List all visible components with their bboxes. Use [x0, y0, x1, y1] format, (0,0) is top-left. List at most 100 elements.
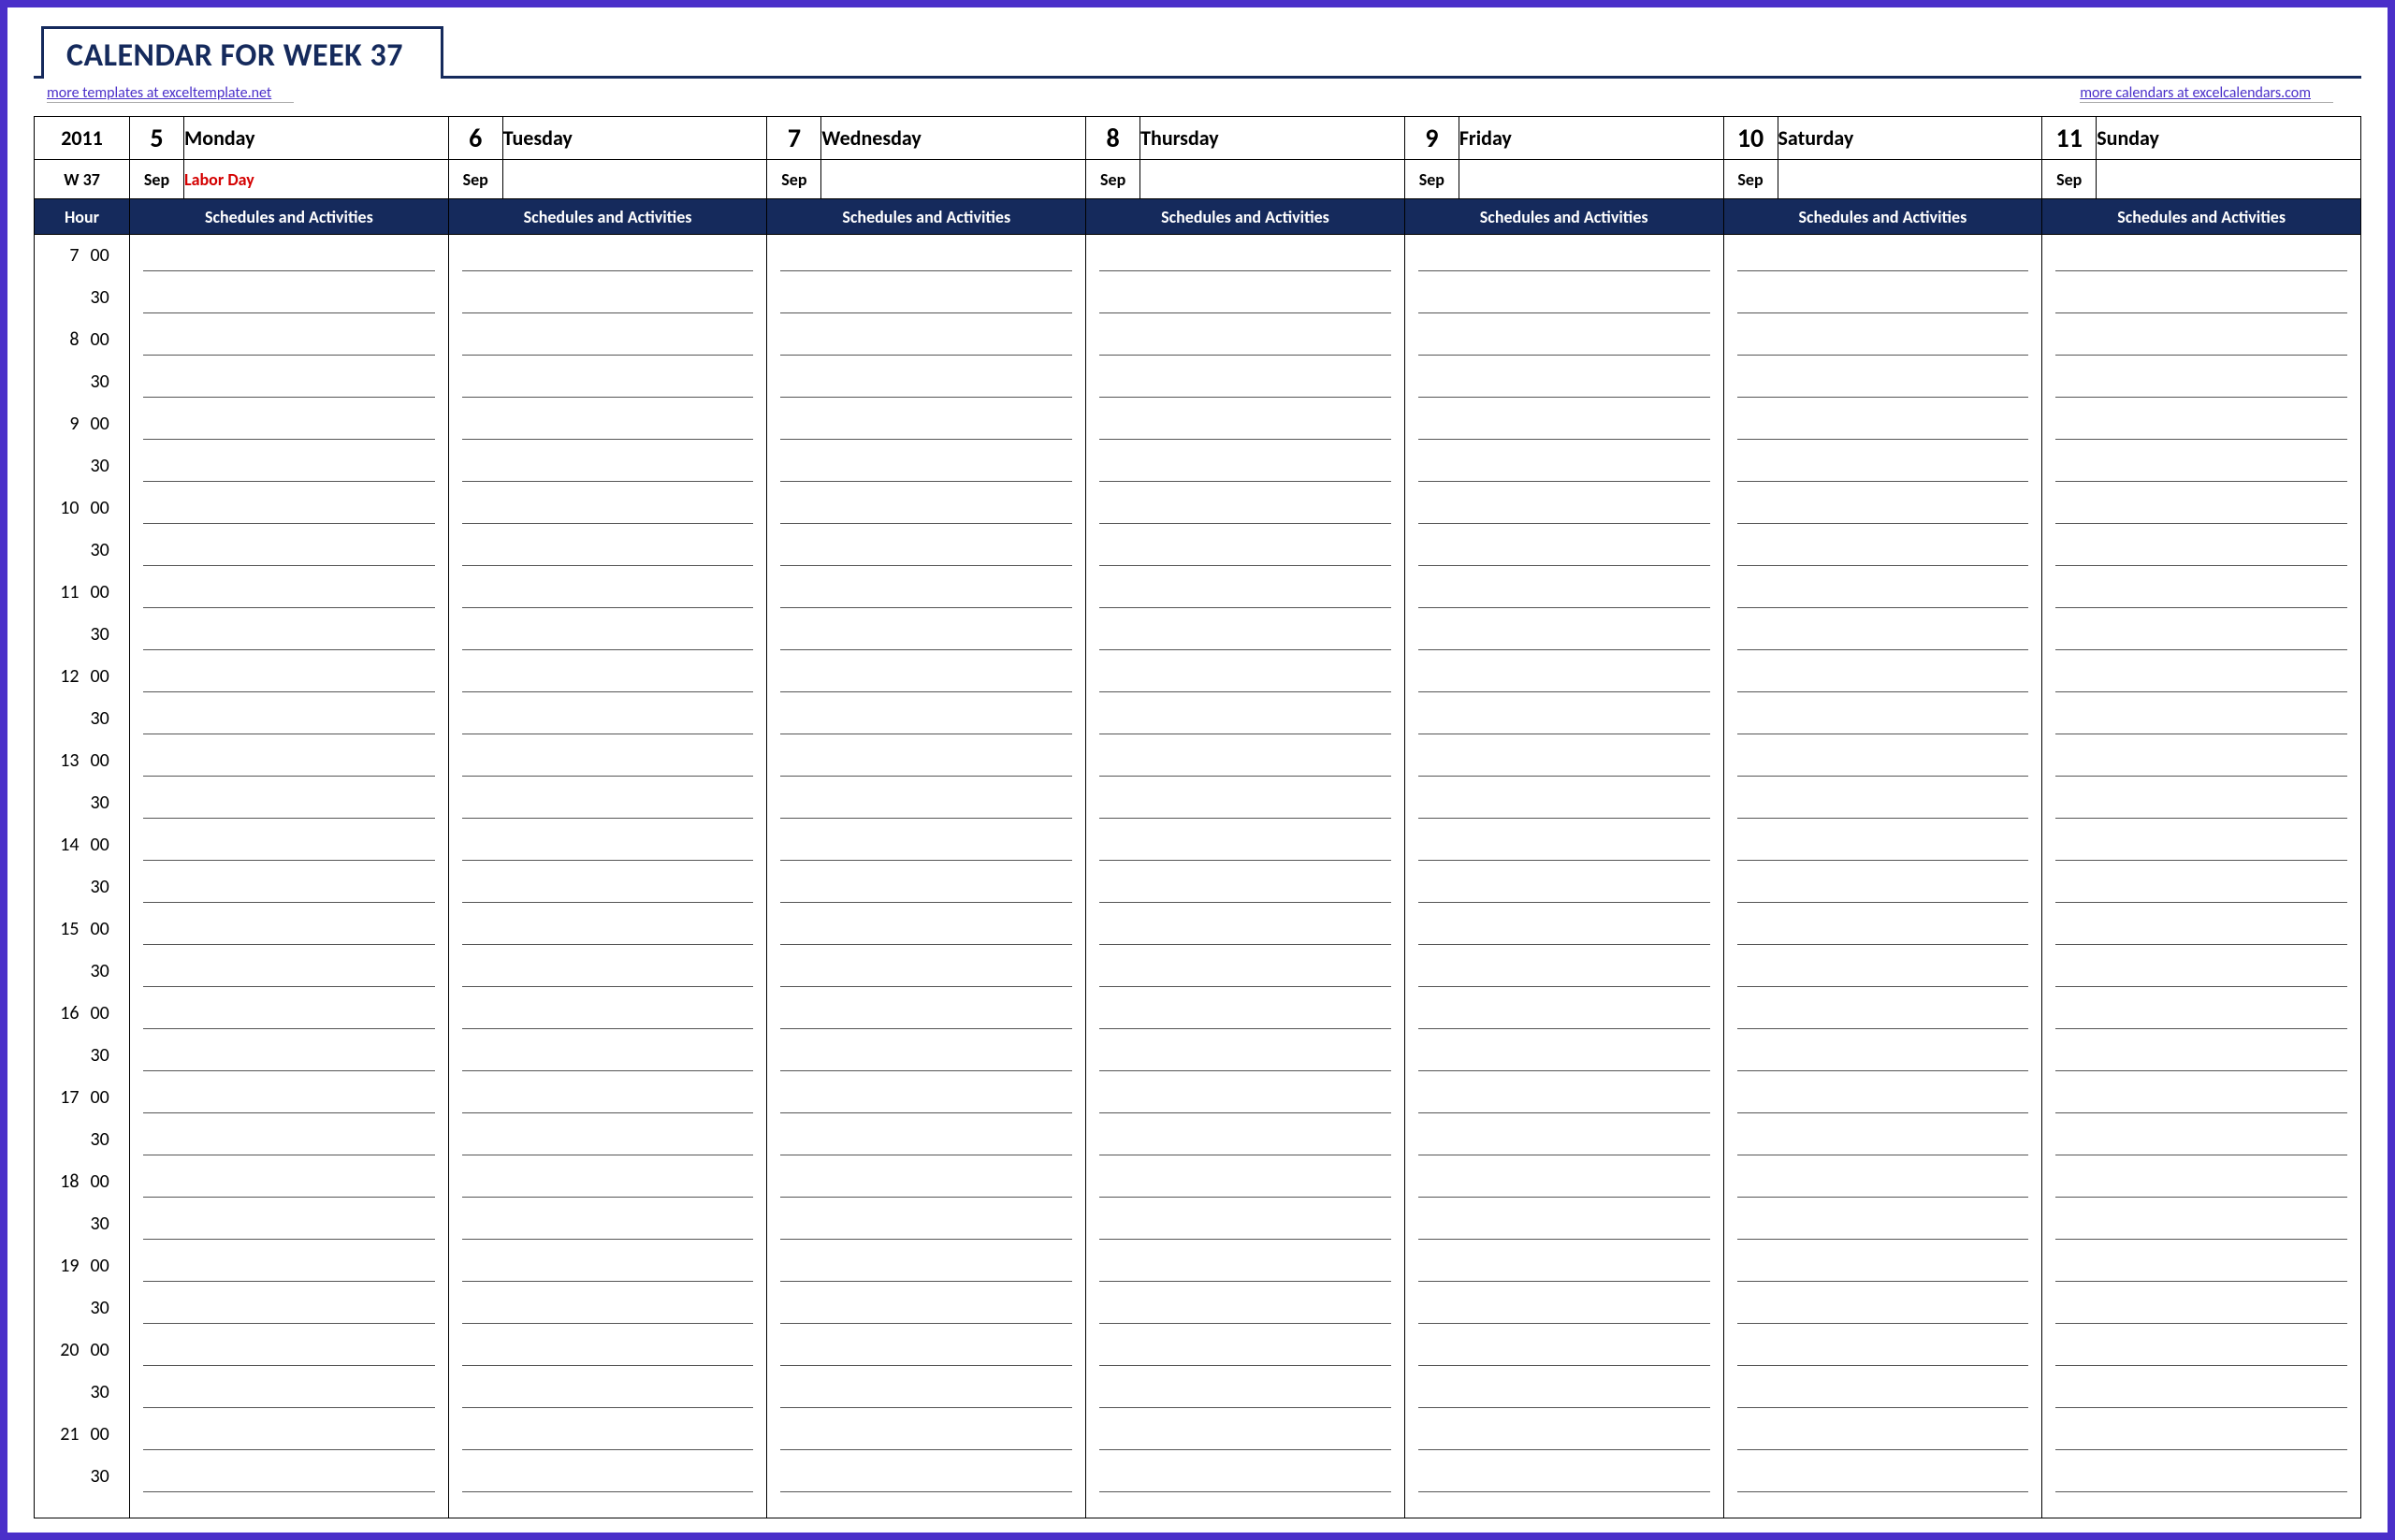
schedule-cell[interactable] — [130, 1035, 449, 1077]
schedule-cell[interactable] — [1723, 1245, 2042, 1287]
schedule-cell[interactable] — [448, 1372, 767, 1414]
schedule-cell[interactable] — [1086, 782, 1405, 824]
schedule-cell[interactable] — [1086, 1287, 1405, 1329]
schedule-cell[interactable] — [448, 1035, 767, 1077]
schedule-cell[interactable] — [448, 824, 767, 866]
schedule-cell[interactable] — [1404, 1035, 1723, 1077]
schedule-cell[interactable] — [1404, 614, 1723, 656]
schedule-cell[interactable] — [2042, 1287, 2361, 1329]
schedule-cell[interactable] — [130, 1456, 449, 1498]
schedule-cell[interactable] — [1086, 1077, 1405, 1119]
schedule-cell[interactable] — [2042, 403, 2361, 445]
schedule-cell[interactable] — [1404, 1203, 1723, 1245]
schedule-cell[interactable] — [2042, 1372, 2361, 1414]
schedule-cell[interactable] — [1723, 993, 2042, 1035]
schedule-cell[interactable] — [1404, 235, 1723, 277]
schedule-cell[interactable] — [1086, 908, 1405, 951]
schedule-cell[interactable] — [767, 1329, 1086, 1372]
schedule-cell[interactable] — [1086, 361, 1405, 403]
schedule-cell[interactable] — [130, 656, 449, 698]
schedule-cell[interactable] — [1404, 572, 1723, 614]
schedule-cell[interactable] — [1404, 782, 1723, 824]
schedule-cell[interactable] — [1404, 1287, 1723, 1329]
schedule-cell[interactable] — [767, 908, 1086, 951]
schedule-cell[interactable] — [1404, 1329, 1723, 1372]
schedule-cell[interactable] — [130, 1287, 449, 1329]
schedule-cell[interactable] — [2042, 951, 2361, 993]
schedule-cell[interactable] — [1404, 1077, 1723, 1119]
schedule-cell[interactable] — [130, 698, 449, 740]
schedule-cell[interactable] — [448, 782, 767, 824]
schedule-cell[interactable] — [767, 1456, 1086, 1498]
schedule-cell[interactable] — [448, 1329, 767, 1372]
schedule-cell[interactable] — [448, 1456, 767, 1498]
schedule-cell[interactable] — [1723, 614, 2042, 656]
schedule-cell[interactable] — [448, 403, 767, 445]
schedule-cell[interactable] — [1086, 1119, 1405, 1161]
schedule-cell[interactable] — [767, 572, 1086, 614]
schedule-cell[interactable] — [767, 1245, 1086, 1287]
schedule-cell[interactable] — [1723, 445, 2042, 487]
schedule-cell[interactable] — [2042, 740, 2361, 782]
schedule-cell[interactable] — [1086, 1414, 1405, 1456]
schedule-cell[interactable] — [1086, 1035, 1405, 1077]
schedule-cell[interactable] — [2042, 530, 2361, 572]
schedule-cell[interactable] — [767, 1414, 1086, 1456]
schedule-cell[interactable] — [130, 1077, 449, 1119]
schedule-cell[interactable] — [448, 866, 767, 908]
schedule-cell[interactable] — [448, 614, 767, 656]
schedule-cell[interactable] — [1723, 951, 2042, 993]
schedule-cell[interactable] — [2042, 698, 2361, 740]
schedule-cell[interactable] — [1723, 656, 2042, 698]
schedule-cell[interactable] — [448, 908, 767, 951]
schedule-cell[interactable] — [448, 1245, 767, 1287]
schedule-cell[interactable] — [2042, 1077, 2361, 1119]
schedule-cell[interactable] — [130, 824, 449, 866]
schedule-cell[interactable] — [1723, 782, 2042, 824]
schedule-cell[interactable] — [1086, 698, 1405, 740]
schedule-cell[interactable] — [448, 487, 767, 530]
schedule-cell[interactable] — [1723, 740, 2042, 782]
schedule-cell[interactable] — [2042, 866, 2361, 908]
schedule-cell[interactable] — [1404, 993, 1723, 1035]
schedule-cell[interactable] — [1086, 740, 1405, 782]
schedule-cell[interactable] — [1723, 487, 2042, 530]
schedule-cell[interactable] — [2042, 824, 2361, 866]
schedule-cell[interactable] — [1404, 487, 1723, 530]
schedule-cell[interactable] — [2042, 1035, 2361, 1077]
schedule-cell[interactable] — [448, 1161, 767, 1203]
schedule-cell[interactable] — [767, 1203, 1086, 1245]
schedule-cell[interactable] — [1086, 824, 1405, 866]
schedule-cell[interactable] — [2042, 572, 2361, 614]
schedule-cell[interactable] — [1086, 1245, 1405, 1287]
schedule-cell[interactable] — [767, 993, 1086, 1035]
schedule-cell[interactable] — [1404, 403, 1723, 445]
schedule-cell[interactable] — [1723, 1119, 2042, 1161]
schedule-cell[interactable] — [1723, 1287, 2042, 1329]
schedule-cell[interactable] — [448, 1077, 767, 1119]
schedule-cell[interactable] — [1404, 656, 1723, 698]
schedule-cell[interactable] — [1086, 1372, 1405, 1414]
schedule-cell[interactable] — [1723, 908, 2042, 951]
schedule-cell[interactable] — [448, 361, 767, 403]
schedule-cell[interactable] — [448, 235, 767, 277]
schedule-cell[interactable] — [2042, 614, 2361, 656]
schedule-cell[interactable] — [767, 445, 1086, 487]
schedule-cell[interactable] — [2042, 993, 2361, 1035]
schedule-cell[interactable] — [767, 403, 1086, 445]
schedule-cell[interactable] — [1404, 1119, 1723, 1161]
templates-link[interactable]: more templates at exceltemplate.net — [47, 84, 294, 103]
schedule-cell[interactable] — [767, 951, 1086, 993]
schedule-cell[interactable] — [1723, 1161, 2042, 1203]
schedule-cell[interactable] — [448, 951, 767, 993]
schedule-cell[interactable] — [1723, 277, 2042, 319]
schedule-cell[interactable] — [1404, 319, 1723, 361]
schedule-cell[interactable] — [1086, 1329, 1405, 1372]
schedule-cell[interactable] — [448, 277, 767, 319]
schedule-cell[interactable] — [767, 1077, 1086, 1119]
schedule-cell[interactable] — [1404, 908, 1723, 951]
schedule-cell[interactable] — [1086, 993, 1405, 1035]
schedule-cell[interactable] — [130, 487, 449, 530]
schedule-cell[interactable] — [448, 1287, 767, 1329]
schedule-cell[interactable] — [767, 614, 1086, 656]
